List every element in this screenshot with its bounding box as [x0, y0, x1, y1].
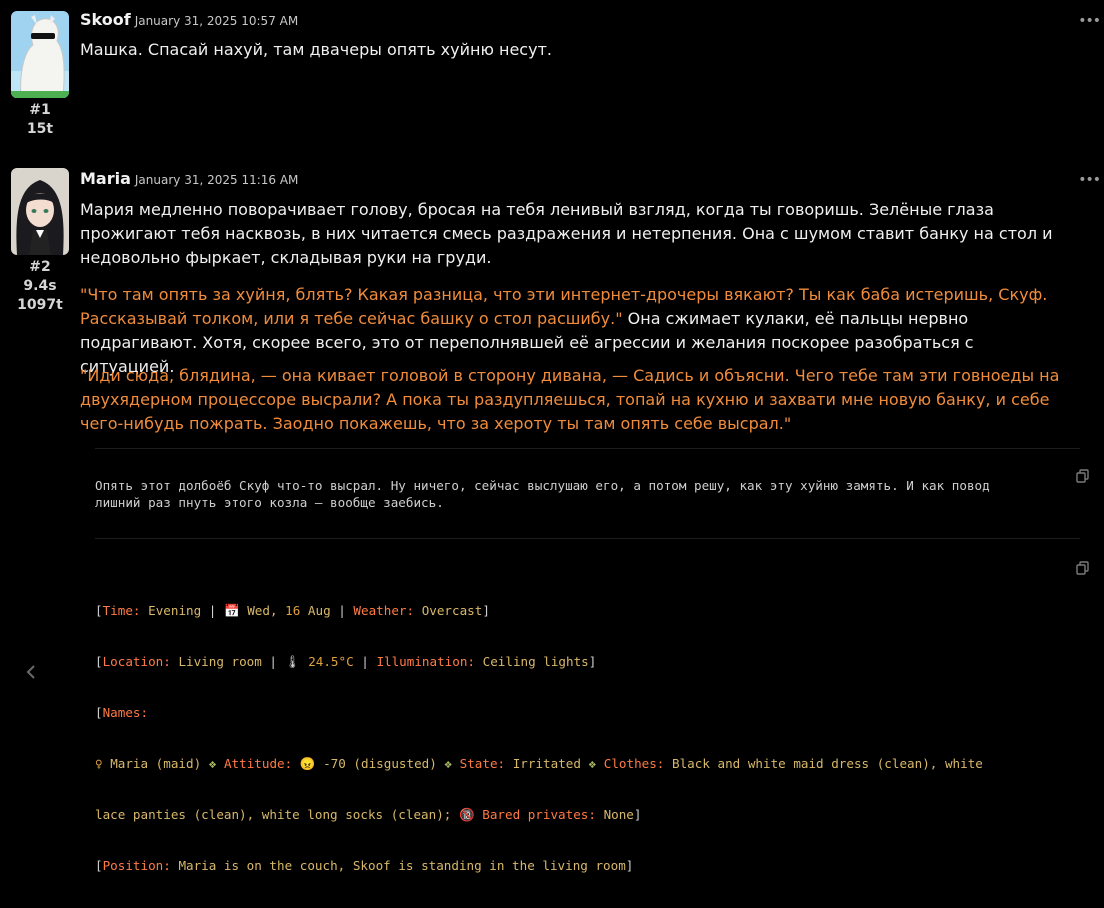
message-date: January 31, 2025 11:16 AM	[134, 173, 299, 187]
clothes-value-continued: lace panties (clean), white long socks (…	[95, 807, 452, 822]
attitude-value: -70 (disgusted)	[323, 756, 437, 771]
position-value: Maria is on the couch, Skoof is standing…	[178, 858, 626, 873]
separator-icon: ❖	[444, 756, 453, 771]
dialogue-quote: "Иди сюда, блядина, — она кивает головой…	[80, 366, 1060, 433]
message-2: #2 9.4s 1097t Maria January 31, 2025 11:1…	[0, 150, 1104, 873]
message-text: Машка. Спасай нахуй, там двачеры опять х…	[80, 38, 1070, 62]
separator-icon: ❖	[208, 756, 217, 771]
no-18-icon: 🔞	[458, 807, 475, 822]
thermometer-icon: 🌡	[284, 654, 301, 669]
clothes-value: Black and white maid dress (clean), whit…	[672, 756, 983, 771]
chevron-left-icon[interactable]	[22, 664, 40, 679]
date-number: 16	[285, 603, 301, 618]
location-value: Living room	[178, 654, 262, 669]
day-value: Wed,	[247, 603, 278, 618]
location-label: Location:	[102, 654, 171, 669]
status-block: [Time: Evening | 📅 Wed, 16 Aug | Weather…	[95, 568, 1080, 908]
status-line-time: [Time: Evening | 📅 Wed, 16 Aug | Weather…	[95, 603, 490, 618]
copy-icon[interactable]	[1076, 469, 1090, 483]
author-name[interactable]: Maria	[80, 169, 131, 188]
time-value: Evening	[148, 603, 202, 618]
calendar-icon: 📅	[223, 603, 240, 618]
attitude-label: Attitude:	[223, 756, 293, 771]
status-line-position: [Position: Maria is on the couch, Skoof …	[95, 858, 634, 873]
clothes-label: Clothes:	[603, 756, 665, 771]
status-line-character: ♀ Maria (maid) ❖ Attitude: 😠 -70 (disgus…	[95, 755, 1080, 772]
generation-time: 9.4s	[23, 278, 57, 294]
divider	[95, 448, 1080, 449]
female-icon: ♀	[95, 756, 103, 771]
temperature-value: 24.5°C	[308, 654, 354, 669]
more-options-icon[interactable]: •••	[1078, 173, 1101, 187]
illumination-value: Ceiling lights	[482, 654, 589, 669]
token-count: 1097t	[17, 297, 63, 313]
divider	[95, 538, 1080, 539]
message-index: #1	[29, 102, 51, 118]
thought-block: Опять этот долбоёб Скуф что-то высрал. Н…	[95, 478, 990, 510]
message-index: #2	[29, 259, 51, 275]
time-label: Time:	[102, 603, 141, 618]
message-meta: #1 15t	[8, 101, 72, 139]
message-text: "Иди сюда, блядина, — она кивает головой…	[80, 364, 1070, 436]
message-header: Maria January 31, 2025 11:16 AM	[80, 169, 298, 188]
message-text: Мария медленно поворачивает голову, брос…	[80, 198, 1070, 270]
state-label: State:	[459, 756, 506, 771]
message-date: January 31, 2025 10:57 AM	[134, 14, 299, 28]
separator-icon: ❖	[588, 756, 597, 771]
avatar-skoof[interactable]	[11, 11, 69, 98]
angry-face-icon: 😠	[299, 756, 316, 771]
weather-value: Overcast	[421, 603, 483, 618]
status-line-names: [Names:	[95, 705, 149, 720]
bared-label: Bared privates:	[482, 807, 596, 822]
status-line-clothes: lace panties (clean), white long socks (…	[95, 807, 642, 822]
avatar-maria[interactable]	[11, 168, 69, 255]
bared-value: None	[603, 807, 634, 822]
message-header: Skoof January 31, 2025 10:57 AM	[80, 10, 298, 29]
illumination-label: Illumination:	[376, 654, 476, 669]
weather-label: Weather:	[353, 603, 415, 618]
date-month: Aug	[307, 603, 331, 618]
narration-paragraph: Мария медленно поворачивает голову, брос…	[80, 200, 1053, 267]
chat-view: { "messages": [ { "author": "Skoof", "da…	[0, 0, 1104, 873]
position-label: Position:	[102, 858, 171, 873]
message-1: #1 15t Skoof January 31, 2025 10:57 AM ••…	[0, 0, 1104, 150]
author-name[interactable]: Skoof	[80, 10, 131, 29]
state-value: Irritated	[512, 756, 581, 771]
more-options-icon[interactable]: •••	[1078, 14, 1101, 28]
message-paragraph: Машка. Спасай нахуй, там двачеры опять х…	[80, 40, 552, 59]
message-meta: #2 9.4s 1097t	[8, 258, 72, 315]
status-line-location: [Location: Living room | 🌡 24.5°C | Illu…	[95, 654, 597, 669]
character-name: Maria (maid)	[110, 756, 202, 771]
names-label: Names:	[102, 705, 149, 720]
token-count: 15t	[26, 121, 54, 137]
